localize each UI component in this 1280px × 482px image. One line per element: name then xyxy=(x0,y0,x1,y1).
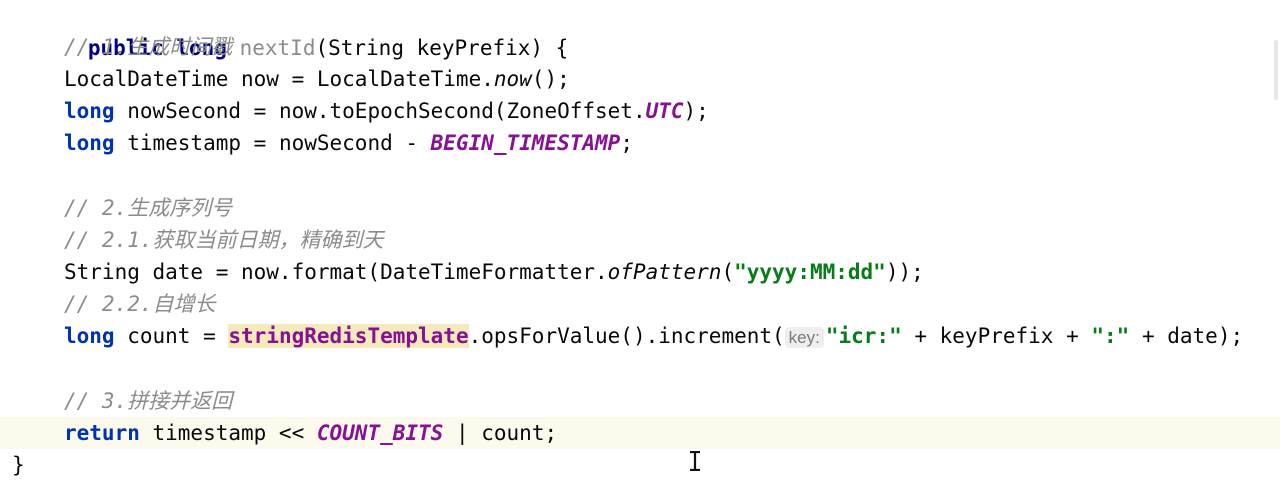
static-field-begin-timestamp: BEGIN_TIMESTAMP xyxy=(430,131,621,155)
code-line-method-signature[interactable]: public long nextId(String keyPrefix) { xyxy=(0,0,1280,60)
comment-text: // 2.2.自增长 xyxy=(64,292,216,316)
keyword-long: long xyxy=(64,99,115,123)
i-beam-cursor-icon xyxy=(690,451,700,471)
code-line-local-date-time[interactable]: LocalDateTime now = LocalDateTime.now(); xyxy=(0,63,1280,95)
keyword-long: long xyxy=(64,131,115,155)
code-editor[interactable]: public long nextId(String keyPrefix) { /… xyxy=(0,0,1280,482)
code-text: nowSecond = now.toEpochSecond(ZoneOffset… xyxy=(114,99,646,123)
keyword-long: long xyxy=(64,324,115,348)
closing-brace: } xyxy=(12,453,25,477)
string-literal-colon: ":" xyxy=(1091,324,1130,348)
code-text: ; xyxy=(620,131,633,155)
parameter-hint-key: key: xyxy=(784,327,824,348)
static-method-of-pattern: ofPattern xyxy=(607,260,722,284)
code-text: | count; xyxy=(443,421,558,445)
field-string-redis-template: stringRedisTemplate xyxy=(228,324,469,348)
code-text: LocalDateTime now = LocalDateTime. xyxy=(64,67,494,91)
comment-text: // 2.生成序列号 xyxy=(64,196,233,220)
code-text: )); xyxy=(885,260,924,284)
code-line-return[interactable]: return timestamp << COUNT_BITS | count; xyxy=(0,417,1280,449)
code-text: count = xyxy=(114,324,229,348)
code-line-comment-return[interactable]: // 3.拼接并返回 xyxy=(0,385,1280,417)
code-text: (); xyxy=(531,67,570,91)
code-line-count[interactable]: long count = stringRedisTemplate.opsForV… xyxy=(0,320,1280,352)
code-text: ( xyxy=(721,260,735,284)
code-line-comment-sequence[interactable]: // 2.生成序列号 xyxy=(0,192,1280,224)
code-text: .opsForValue().increment( xyxy=(468,324,785,348)
code-line-now-second[interactable]: long nowSecond = now.toEpochSecond(ZoneO… xyxy=(0,95,1280,127)
code-text: ); xyxy=(683,99,709,123)
code-line-timestamp[interactable]: long timestamp = nowSecond - BEGIN_TIMES… xyxy=(0,127,1280,159)
comment-text: // 1.生成时间戳 xyxy=(64,35,233,59)
keyword-return: return xyxy=(64,421,140,445)
code-line-closing-brace[interactable]: } xyxy=(0,449,1280,481)
string-literal-pattern: "yyyy:MM:dd" xyxy=(734,260,886,284)
code-text: timestamp = nowSecond - xyxy=(114,131,431,155)
comment-text: // 3.拼接并返回 xyxy=(64,389,233,413)
code-text: String date = now.format(DateTimeFormatt… xyxy=(64,260,608,284)
static-field-utc: UTC xyxy=(645,99,684,123)
code-line-comment-increment[interactable]: // 2.2.自增长 xyxy=(0,288,1280,320)
code-line-comment-date[interactable]: // 2.1.获取当前日期，精确到天 xyxy=(0,224,1280,256)
comment-text: // 2.1.获取当前日期，精确到天 xyxy=(64,228,384,252)
string-literal-icr: "icr:" xyxy=(825,324,902,348)
code-text: + date); xyxy=(1129,324,1244,348)
static-method-now: now xyxy=(493,67,532,91)
code-line-date-format[interactable]: String date = now.format(DateTimeFormatt… xyxy=(0,256,1280,288)
static-field-count-bits: COUNT_BITS xyxy=(316,421,444,445)
code-line-comment-timestamp[interactable]: // 1.生成时间戳 xyxy=(0,31,1280,63)
code-text: + keyPrefix + xyxy=(901,324,1092,348)
code-text: timestamp << xyxy=(139,421,317,445)
vertical-scrollbar[interactable] xyxy=(1274,40,1278,100)
